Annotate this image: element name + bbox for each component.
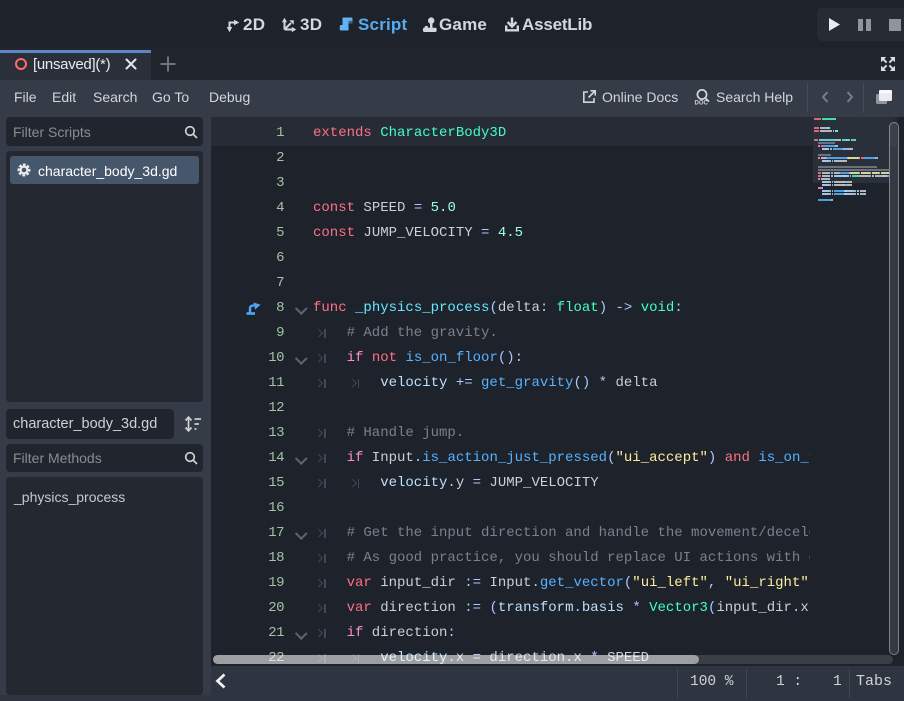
svg-text:DOC: DOC [695, 101, 709, 107]
